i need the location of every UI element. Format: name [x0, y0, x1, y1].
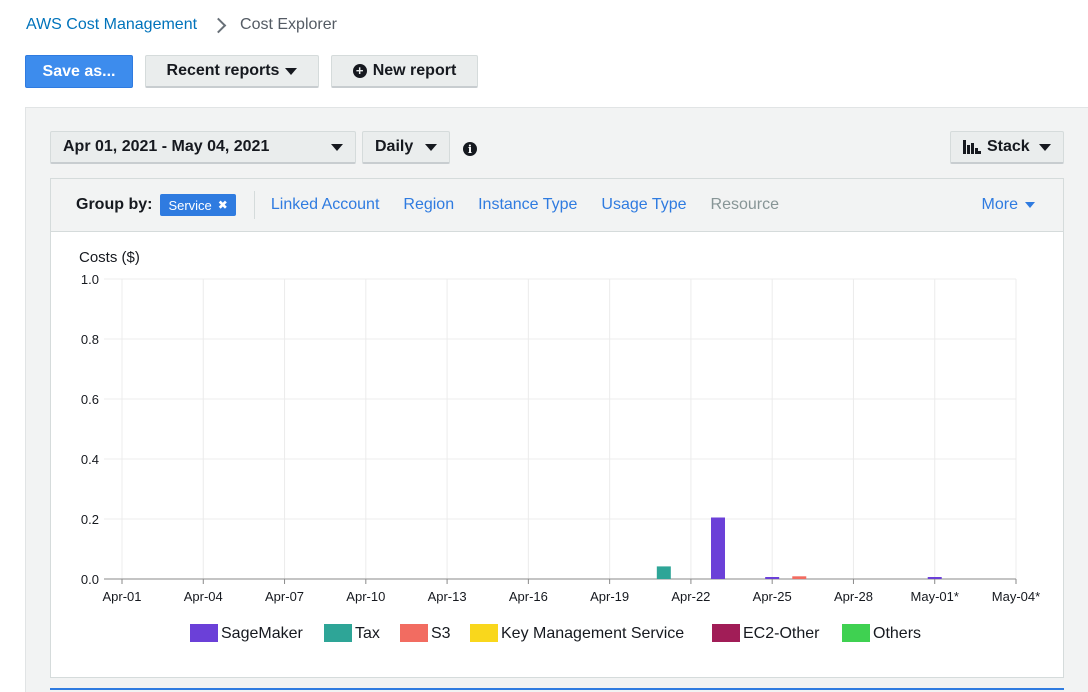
breadcrumb: AWS Cost Management Cost Explorer	[26, 14, 337, 36]
save-as-label: Save as...	[42, 62, 116, 80]
group-by-resource: Resource	[710, 196, 779, 213]
chart-container: Group by: Service ✖ Linked Account Regio…	[50, 178, 1064, 678]
divider	[253, 191, 255, 219]
chart-style-value-wrap: Stack	[963, 138, 1030, 156]
group-by-more[interactable]: More	[982, 179, 1035, 231]
breadcrumb-link-cost-management[interactable]: AWS Cost Management	[26, 16, 197, 34]
recent-reports-button[interactable]: Recent reports	[145, 55, 319, 88]
recent-reports-label: Recent reports	[166, 62, 280, 79]
granularity-value: Daily	[375, 138, 414, 155]
caret-down-icon	[425, 143, 437, 151]
bar-chart-icon	[963, 140, 981, 154]
chevron-right-icon	[210, 17, 227, 33]
group-by-label: Group by:	[76, 196, 153, 213]
panel-bottom-border	[50, 688, 1064, 690]
group-by-usage-type[interactable]: Usage Type	[601, 196, 686, 214]
chart-style-value: Stack	[987, 138, 1030, 155]
caret-down-icon	[331, 143, 343, 151]
date-range-dropdown[interactable]: Apr 01, 2021 - May 04, 2021	[50, 131, 356, 164]
chip-label: Service	[168, 197, 212, 213]
group-by-bar: Group by: Service ✖ Linked Account Regio…	[51, 179, 1063, 232]
group-by-chip-service[interactable]: Service ✖	[160, 194, 236, 216]
more-label: More	[981, 196, 1018, 213]
new-report-label: New report	[372, 62, 457, 79]
caret-down-icon	[1039, 143, 1051, 151]
group-by-region[interactable]: Region	[403, 196, 454, 214]
chart-style-dropdown[interactable]: Stack	[950, 131, 1064, 164]
info-icon[interactable]: i	[463, 142, 477, 156]
plus-circle-icon: +	[352, 64, 367, 78]
caret-down-icon	[285, 67, 298, 75]
group-by-instance-type[interactable]: Instance Type	[478, 196, 577, 214]
save-as-button[interactable]: Save as...	[25, 55, 133, 88]
date-range-value: Apr 01, 2021 - May 04, 2021	[63, 138, 270, 155]
caret-down-icon	[1025, 202, 1035, 208]
granularity-dropdown[interactable]: Daily	[362, 131, 450, 164]
group-by-linked-account[interactable]: Linked Account	[271, 196, 380, 214]
close-icon[interactable]: ✖	[218, 198, 228, 212]
new-report-button[interactable]: + New report	[331, 55, 478, 88]
breadcrumb-current: Cost Explorer	[240, 16, 337, 33]
